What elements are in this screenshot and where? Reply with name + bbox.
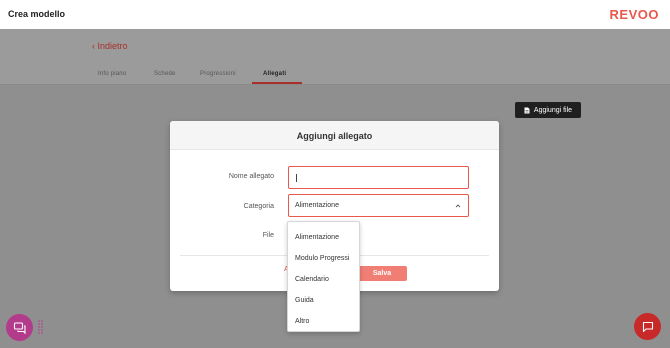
category-select[interactable]: Alimentazione bbox=[288, 194, 469, 217]
text-caret bbox=[296, 174, 297, 182]
option-altro[interactable]: Altro bbox=[288, 311, 359, 332]
category-dropdown: Alimentazione Modulo Progressi Calendari… bbox=[287, 221, 360, 332]
attachment-name-input[interactable] bbox=[288, 166, 469, 189]
add-file-label: Aggiungi file bbox=[533, 106, 573, 114]
tab-progressioni[interactable]: Progressioni bbox=[200, 71, 236, 77]
tab-schede[interactable]: Schede bbox=[154, 71, 176, 77]
save-button[interactable]: Salva bbox=[357, 266, 407, 281]
support-chat-button[interactable] bbox=[634, 313, 661, 340]
drag-handle-icon[interactable] bbox=[38, 320, 43, 335]
option-modulo-progressi[interactable]: Modulo Progressi bbox=[288, 248, 359, 269]
chat-widget-button[interactable] bbox=[6, 314, 33, 341]
active-tab-indicator bbox=[252, 82, 302, 84]
option-calendario[interactable]: Calendario bbox=[288, 269, 359, 290]
file-icon bbox=[524, 107, 530, 113]
option-guida[interactable]: Guida bbox=[288, 290, 359, 311]
tab-info-piano[interactable]: Info piano bbox=[98, 71, 126, 77]
brand-logo: REVOO bbox=[609, 7, 659, 22]
category-label: Categoria bbox=[243, 203, 274, 210]
chevron-up-icon bbox=[455, 204, 461, 208]
file-label: File bbox=[262, 232, 274, 239]
option-alimentazione[interactable]: Alimentazione bbox=[288, 227, 359, 248]
add-file-button[interactable]: Aggiungi file bbox=[515, 102, 581, 118]
message-icon bbox=[642, 321, 653, 332]
modal-header: Aggiungi allegato bbox=[170, 121, 499, 150]
top-bar: Crea modello REVOO bbox=[0, 0, 670, 29]
category-selected-value: Alimentazione bbox=[295, 202, 339, 209]
chat-icon bbox=[13, 321, 26, 334]
back-link[interactable]: ‹ Indietro bbox=[92, 41, 128, 51]
tab-allegati[interactable]: Allegati bbox=[263, 71, 286, 77]
modal-title: Aggiungi allegato bbox=[296, 131, 373, 141]
page-title: Crea modello bbox=[8, 9, 66, 19]
name-label: Nome allegato bbox=[228, 173, 274, 180]
